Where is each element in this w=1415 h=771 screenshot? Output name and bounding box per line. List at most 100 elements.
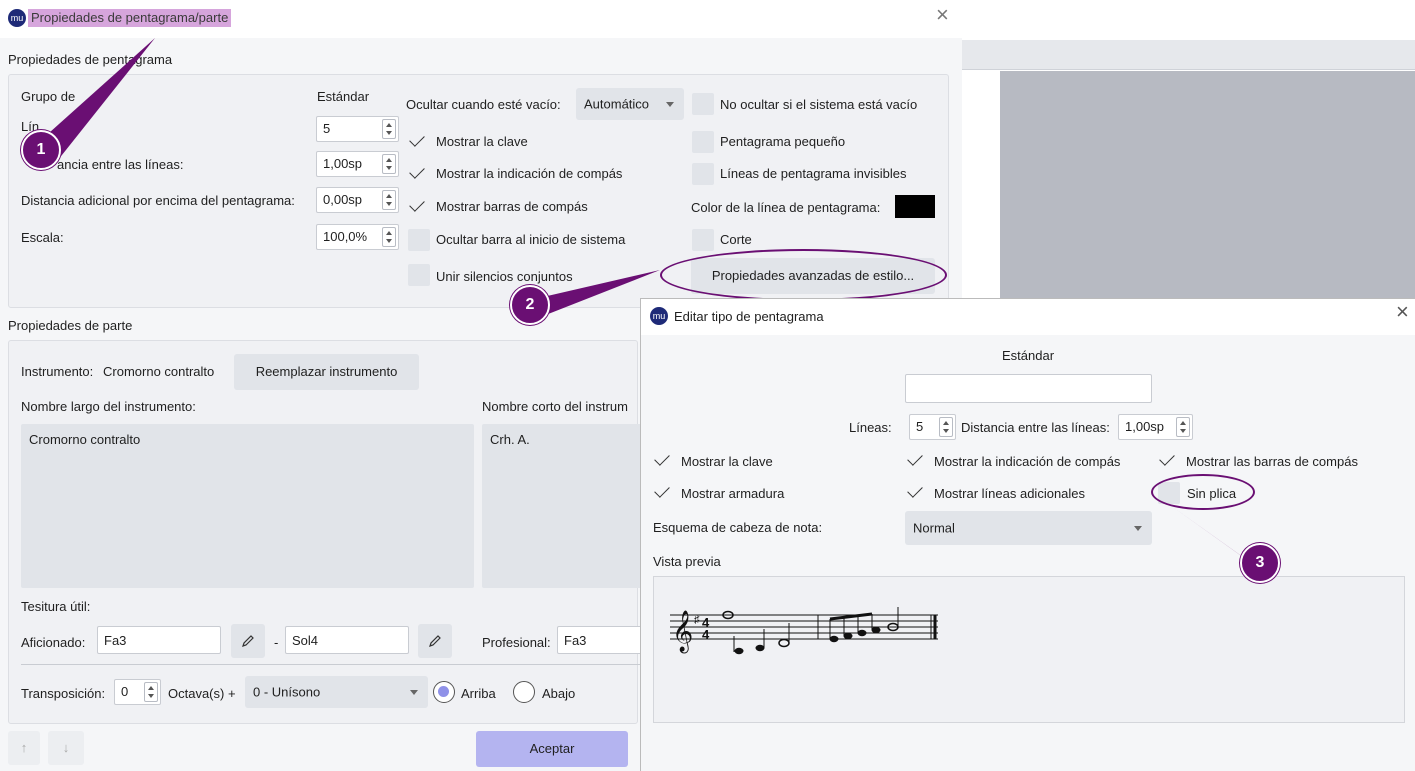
music-preview-image: 𝄞 ♯ 4 4 (670, 607, 938, 655)
amateur-high-value: Sol4 (292, 633, 319, 648)
octave-label: Octava(s) + (168, 686, 236, 701)
interval-value: 0 - Unísono (253, 684, 321, 700)
instrument-value: Cromorno contralto (103, 364, 215, 379)
hide-bar-start-label: Ocultar barra al inicio de sistema (436, 232, 626, 247)
transposition-label: Transposición: (21, 686, 106, 701)
small-staff-checkbox[interactable] (692, 131, 714, 153)
hide-bar-start-checkbox[interactable] (408, 229, 430, 251)
spin-arrows-icon[interactable] (939, 417, 953, 437)
replace-instrument-button[interactable]: Reemplazar instrumento (234, 354, 419, 390)
svg-text:4: 4 (702, 627, 710, 642)
no-hide-system-checkbox[interactable] (692, 93, 714, 115)
badge-1: 1 (21, 130, 61, 170)
down-radio[interactable] (513, 681, 535, 703)
lines-spinbox[interactable]: 5 (316, 116, 399, 142)
check-icon (654, 482, 670, 498)
interval-dropdown[interactable]: 0 - Unísono (245, 676, 428, 708)
move-up-button[interactable]: ↑ (8, 731, 40, 765)
check-icon (409, 196, 425, 212)
show-time-sig-checkbox[interactable] (408, 163, 430, 185)
line-distance-label: ancia entre las líneas: (57, 157, 184, 172)
editor-show-ledger-checkbox[interactable] (906, 482, 928, 504)
editor-title-bar: mu Editar tipo de pentagrama × (641, 299, 1415, 335)
spin-arrows-icon[interactable] (382, 119, 396, 139)
editor-show-time-sig-label: Mostrar la indicación de compás (934, 454, 1121, 469)
group-value: Estándar (317, 89, 370, 104)
line-distance-value: 1,00sp (323, 156, 363, 171)
notehead-value: Normal (913, 520, 955, 536)
editor-distance-label: Distancia entre las líneas: (961, 420, 1110, 435)
amateur-pick-button[interactable] (231, 624, 265, 658)
amateur-high-input[interactable]: Sol4 (285, 626, 409, 654)
accept-button[interactable]: Aceptar (476, 731, 628, 767)
musescore-logo-icon: mu (650, 307, 668, 325)
cutaway-label: Corte (720, 232, 752, 247)
close-icon[interactable]: × (1396, 301, 1409, 323)
line-distance-spinbox[interactable]: 1,00sp (316, 151, 399, 177)
preview-label: Vista previa (653, 554, 721, 569)
editor-lines-label: Líneas: (849, 420, 892, 435)
instrument-label: Instrumento: (21, 364, 94, 379)
invisible-lines-label: Líneas de pentagrama invisibles (720, 166, 907, 181)
preview-panel: 𝄞 ♯ 4 4 (653, 576, 1405, 723)
scale-value: 100,0% (323, 229, 368, 244)
spin-arrows-icon[interactable] (1176, 417, 1190, 437)
scale-spinbox[interactable]: 100,0% (316, 224, 399, 250)
invisible-lines-checkbox[interactable] (692, 163, 714, 185)
up-radio[interactable] (433, 681, 455, 703)
editor-show-barlines-checkbox[interactable] (1158, 450, 1180, 472)
extra-distance-value: 0,00sp (323, 192, 363, 207)
short-name-label: Nombre corto del instrum (482, 399, 628, 414)
close-icon[interactable]: × (936, 4, 949, 26)
spin-arrows-icon[interactable] (144, 682, 158, 702)
check-icon (409, 131, 425, 147)
svg-text:♯: ♯ (694, 614, 700, 626)
staff-section-title: Propiedades de pentagrama (8, 52, 173, 67)
hide-empty-dropdown[interactable]: Automático (576, 88, 684, 120)
editor-distance-spinbox[interactable]: 1,00sp (1118, 414, 1193, 440)
title-bar: mu Propiedades de pentagrama/parte × (0, 0, 962, 38)
range-label: Tesitura útil: (21, 599, 91, 614)
musescore-logo-icon: mu (8, 9, 26, 27)
editor-show-key-sig-checkbox[interactable] (653, 482, 675, 504)
editor-show-clef-checkbox[interactable] (653, 450, 675, 472)
check-icon (1159, 450, 1175, 466)
no-hide-system-label: No ocultar si el sistema está vacío (720, 97, 918, 112)
editor-lines-spinbox[interactable]: 5 (909, 414, 956, 440)
spin-arrows-icon[interactable] (382, 154, 396, 174)
amateur-high-pick-button[interactable] (418, 624, 452, 658)
editor-show-ledger-label: Mostrar líneas adicionales (934, 486, 1086, 501)
merge-rests-checkbox[interactable] (408, 264, 430, 286)
move-down-button[interactable]: ↓ (48, 731, 84, 765)
score-canvas (1000, 71, 1415, 300)
pencil-icon (242, 635, 254, 647)
pro-low-input[interactable]: Fa3 (557, 626, 642, 654)
amateur-low-input[interactable]: Fa3 (97, 626, 221, 654)
background-window (962, 0, 1415, 300)
part-section-title: Propiedades de parte (8, 318, 133, 333)
show-barlines-checkbox[interactable] (408, 196, 430, 218)
octave-spinbox[interactable]: 0 (114, 679, 161, 705)
short-name-textarea[interactable]: Crh. A. (482, 424, 642, 588)
show-clef-label: Mostrar la clave (436, 134, 528, 149)
show-clef-checkbox[interactable] (408, 131, 430, 153)
chevron-down-icon (410, 690, 418, 695)
check-icon (654, 450, 670, 466)
badge-3: 3 (1240, 543, 1280, 583)
scale-label: Escala: (21, 230, 64, 245)
extra-distance-spinbox[interactable]: 0,00sp (316, 187, 399, 213)
long-name-textarea[interactable]: Cromorno contralto (21, 424, 474, 588)
line-color-swatch[interactable] (895, 195, 935, 218)
dialog-title: Propiedades de pentagrama/parte (28, 9, 232, 27)
show-barlines-label: Mostrar barras de compás (436, 199, 588, 214)
cutaway-checkbox[interactable] (692, 229, 714, 251)
notehead-dropdown[interactable]: Normal (905, 511, 1152, 545)
down-label: Abajo (542, 686, 576, 701)
spin-arrows-icon[interactable] (382, 190, 396, 210)
spin-arrows-icon[interactable] (382, 227, 396, 247)
short-name-value: Crh. A. (490, 432, 530, 447)
extra-distance-label: Distancia adicional por encima del penta… (21, 193, 295, 208)
notehead-label: Esquema de cabeza de nota: (653, 520, 823, 535)
type-name-input[interactable] (905, 374, 1152, 403)
editor-show-time-sig-checkbox[interactable] (906, 450, 928, 472)
